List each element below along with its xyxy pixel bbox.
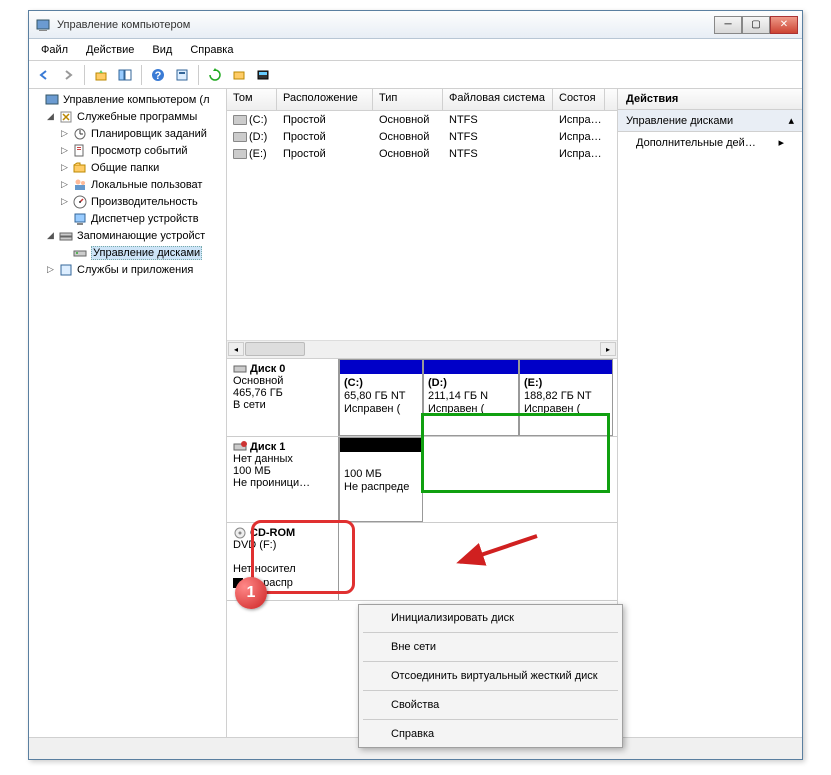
col-filesystem[interactable]: Файловая система xyxy=(443,89,553,110)
disk0-row[interactable]: Диск 0 Основной 465,76 ГБ В сети (C:)65,… xyxy=(227,359,617,437)
properties-button[interactable] xyxy=(171,64,193,86)
forward-button[interactable] xyxy=(57,64,79,86)
disk-icon xyxy=(233,363,247,375)
toolbar-icon-1[interactable] xyxy=(228,64,250,86)
actions-more[interactable]: Дополнительные дей…▸ xyxy=(618,132,802,153)
partition-c[interactable]: (C:)65,80 ГБ NTИсправен ( xyxy=(339,359,423,436)
disk0-header[interactable]: Диск 0 Основной 465,76 ГБ В сети xyxy=(227,359,339,436)
legend-swatch xyxy=(233,578,243,588)
drive-icon xyxy=(233,149,247,159)
tree-root[interactable]: Управление компьютером (л xyxy=(31,91,224,108)
app-icon xyxy=(35,17,51,33)
disk1-row[interactable]: Диск 1 Нет данных 100 МБ Не проиници… 10… xyxy=(227,437,617,523)
cdrom-header[interactable]: CD-ROM DVD (F:) Нет носител Не распр xyxy=(227,523,339,600)
actions-diskmgmt[interactable]: Управление дисками▴ xyxy=(618,110,802,132)
menu-view[interactable]: Вид xyxy=(144,42,180,58)
disk-icon xyxy=(233,441,247,453)
refresh-button[interactable] xyxy=(204,64,226,86)
navigation-tree[interactable]: Управление компьютером (л ◢Служебные про… xyxy=(29,89,227,737)
help-button[interactable]: ? xyxy=(147,64,169,86)
collapse-icon: ▴ xyxy=(788,114,794,127)
window-title: Управление компьютером xyxy=(57,19,714,31)
partition-e[interactable]: (E:)188,82 ГБ NTИсправен ( xyxy=(519,359,613,436)
volume-row[interactable]: (D:)ПростойОсновнойNTFSИспра… xyxy=(227,128,617,145)
show-hide-tree-button[interactable] xyxy=(114,64,136,86)
close-button[interactable]: ✕ xyxy=(770,16,798,34)
menu-action[interactable]: Действие xyxy=(78,42,142,58)
col-volume[interactable]: Том xyxy=(227,89,277,110)
volume-columns[interactable]: Том Расположение Тип Файловая система Со… xyxy=(227,89,617,111)
tree-local-users[interactable]: ▷Локальные пользоват xyxy=(31,176,224,193)
tree-event-viewer[interactable]: ▷Просмотр событий xyxy=(31,142,224,159)
toolbar-icon-2[interactable] xyxy=(252,64,274,86)
ctx-initialize-disk[interactable]: Инициализировать диск xyxy=(361,607,620,629)
volume-list[interactable]: Том Расположение Тип Файловая система Со… xyxy=(227,89,617,359)
menubar: Файл Действие Вид Справка xyxy=(29,39,802,61)
maximize-button[interactable]: ▢ xyxy=(742,16,770,34)
menu-file[interactable]: Файл xyxy=(33,42,76,58)
tree-disk-management[interactable]: Управление дисками xyxy=(31,244,224,261)
cdrom-icon xyxy=(233,527,247,539)
tree-task-scheduler[interactable]: ▷Планировщик заданий xyxy=(31,125,224,142)
tree-shared-folders[interactable]: ▷Общие папки xyxy=(31,159,224,176)
volume-hscroll[interactable]: ◂▸ xyxy=(227,340,617,358)
tree-system-tools[interactable]: ◢Служебные программы xyxy=(31,108,224,125)
tree-performance[interactable]: ▷Производительность xyxy=(31,193,224,210)
toolbar: ? xyxy=(29,61,802,89)
minimize-button[interactable]: ─ xyxy=(714,16,742,34)
col-status[interactable]: Состоя xyxy=(553,89,605,110)
tree-device-manager[interactable]: Диспетчер устройств xyxy=(31,210,224,227)
disk1-header[interactable]: Диск 1 Нет данных 100 МБ Не проиници… xyxy=(227,437,339,522)
up-button[interactable] xyxy=(90,64,112,86)
actions-header: Действия xyxy=(618,89,802,110)
drive-icon xyxy=(233,115,247,125)
chevron-right-icon: ▸ xyxy=(778,136,784,149)
col-type[interactable]: Тип xyxy=(373,89,443,110)
volume-row[interactable]: (C:)ПростойОсновнойNTFSИспра… xyxy=(227,111,617,128)
ctx-offline[interactable]: Вне сети xyxy=(361,636,620,658)
volume-row[interactable]: (E:)ПростойОсновнойNTFSИспра… xyxy=(227,145,617,162)
menu-help[interactable]: Справка xyxy=(182,42,241,58)
context-menu: Инициализировать диск Вне сети Отсоедини… xyxy=(358,604,623,748)
col-layout[interactable]: Расположение xyxy=(277,89,373,110)
titlebar[interactable]: Управление компьютером ─ ▢ ✕ xyxy=(29,11,802,39)
ctx-properties[interactable]: Свойства xyxy=(361,694,620,716)
back-button[interactable] xyxy=(33,64,55,86)
partition-d[interactable]: (D:)211,14 ГБ NИсправен ( xyxy=(423,359,519,436)
cdrom-row[interactable]: CD-ROM DVD (F:) Нет носител Не распр xyxy=(227,523,617,601)
svg-text:?: ? xyxy=(155,70,162,82)
actions-pane: Действия Управление дисками▴ Дополнитель… xyxy=(618,89,802,737)
ctx-help[interactable]: Справка xyxy=(361,723,620,745)
partition-unallocated[interactable]: 100 МБНе распреде xyxy=(339,437,423,522)
ctx-detach-vhd[interactable]: Отсоединить виртуальный жесткий диск xyxy=(361,665,620,687)
drive-icon xyxy=(233,132,247,142)
tree-storage[interactable]: ◢Запоминающие устройст xyxy=(31,227,224,244)
tree-services-apps[interactable]: ▷Службы и приложения xyxy=(31,261,224,278)
